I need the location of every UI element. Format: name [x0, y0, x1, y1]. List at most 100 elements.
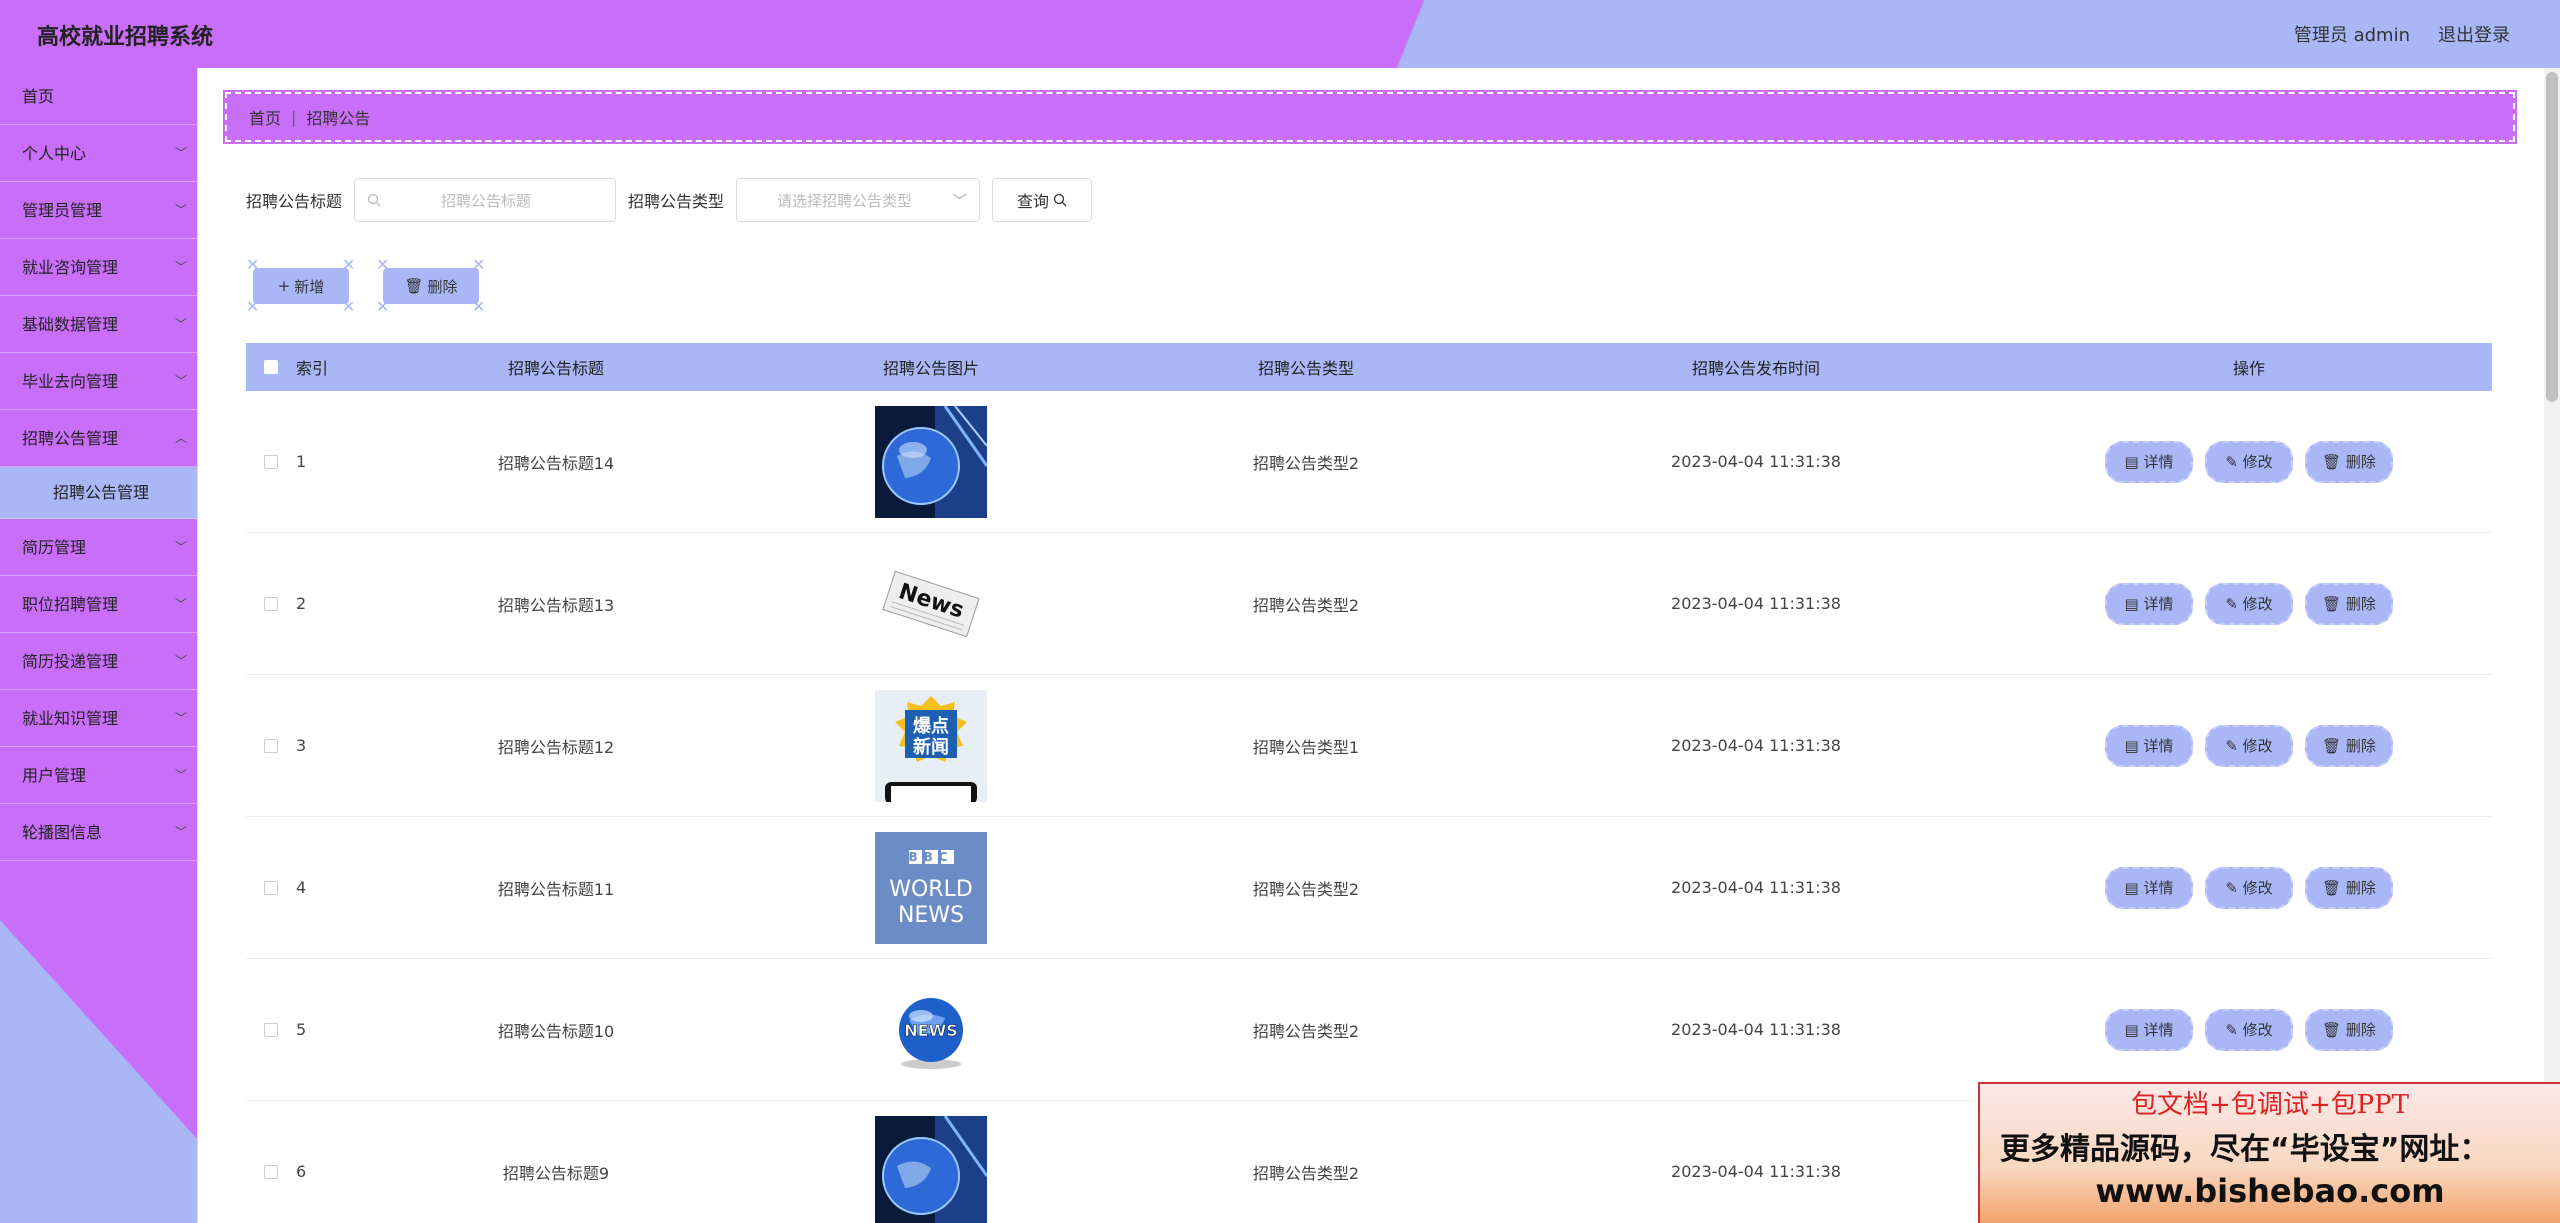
corner-decoration: ✕ [246, 255, 260, 274]
header-time: 招聘公告发布时间 [1691, 359, 1820, 378]
type-select[interactable]: 请选择招聘公告类型 ﹀ [736, 178, 981, 222]
table-row: 5 招聘公告标题10 NEWS 招聘公告类型2 2023-04-04 11:31… [246, 959, 2492, 1101]
edit-button[interactable]: ✎ 修改 [2205, 440, 2293, 483]
table-row: 2 招聘公告标题13 News 招聘公告类型2 2023-04-04 11:31… [246, 533, 2492, 675]
chevron-down-icon: ﹀ [174, 825, 187, 839]
row-type: 招聘公告类型2 [1252, 879, 1360, 899]
sidebar-item-admin[interactable]: 管理员管理 ﹀ [0, 182, 197, 239]
query-button[interactable]: 查询 [992, 178, 1093, 222]
chevron-down-icon: ﹀ [174, 317, 187, 331]
row-checkbox[interactable] [264, 454, 278, 469]
document-icon: ▤ [2124, 594, 2139, 613]
sidebar: 首页 个人中心 ﹀ 管理员管理 ﹀ 就业咨询管理 ﹀ 基础数据管理 ﹀ 毕业去向管理 ﹀ … [0, 68, 198, 1223]
sidebar-item-jobs[interactable]: 职位招聘管理 ﹀ [0, 576, 197, 633]
detail-button[interactable]: ▤ 详情 [2105, 440, 2193, 483]
sidebar-item-label: 简历管理 [22, 538, 87, 557]
delete-button[interactable]: 🗑 删除 [2305, 866, 2393, 909]
row-checkbox[interactable] [264, 1022, 278, 1037]
detail-button[interactable]: ▤ 详情 [2105, 724, 2193, 767]
header-index: 索引 [296, 359, 329, 378]
sidebar-item-delivery[interactable]: 简历投递管理 ﹀ [0, 633, 197, 690]
edit-button-label: 修改 [2242, 1021, 2273, 1039]
sidebar-item-resume[interactable]: 简历管理 ﹀ [0, 519, 197, 576]
detail-button[interactable]: ▤ 详情 [2105, 866, 2193, 909]
corner-decoration: ✕ [472, 297, 486, 316]
promo-line-1: 包文档+包调试+包PPT [2131, 1090, 2409, 1120]
document-icon: ▤ [2124, 736, 2139, 755]
corner-decoration: ✕ [246, 297, 260, 316]
sidebar-subitem-announcement-manage[interactable]: 招聘公告管理 [0, 467, 197, 519]
add-button[interactable]: + 新增 [253, 268, 349, 304]
row-index: 4 [296, 878, 307, 897]
row-time: 2023-04-04 11:31:38 [1671, 736, 1841, 755]
edit-button[interactable]: ✎ 修改 [2205, 582, 2293, 625]
row-type: 招聘公告类型2 [1252, 453, 1360, 473]
row-checkbox[interactable] [264, 880, 278, 895]
edit-button[interactable]: ✎ 修改 [2205, 724, 2293, 767]
sidebar-item-label: 就业咨询管理 [22, 258, 119, 277]
table-row: 1 招聘公告标题14 招聘公告类型2 2023-04-04 11:31:38 ▤… [246, 391, 2492, 533]
type-select-placeholder: 请选择招聘公告类型 [777, 191, 913, 210]
edit-button[interactable]: ✎ 修改 [2205, 1008, 2293, 1051]
pencil-icon: ✎ [2225, 594, 2238, 613]
detail-button-label: 详情 [2143, 595, 2174, 613]
globe-news-text: NEWS [904, 1021, 958, 1040]
plus-icon: + [277, 277, 291, 295]
sidebar-item-consult[interactable]: 就业咨询管理 ﹀ [0, 239, 197, 296]
chevron-down-icon: ﹀ [174, 597, 187, 611]
detail-button[interactable]: ▤ 详情 [2105, 1008, 2193, 1051]
delete-button[interactable]: 🗑 删除 [2305, 1008, 2393, 1051]
sidebar-item-knowledge[interactable]: 就业知识管理 ﹀ [0, 690, 197, 747]
trash-icon: 🗑 [404, 277, 424, 295]
chevron-down-icon: ﹀ [174, 711, 187, 725]
delete-button[interactable]: 🗑 删除 [2305, 440, 2393, 483]
breaking-news-text-2: 新闻 [913, 736, 949, 758]
row-time: 2023-04-04 11:31:38 [1671, 594, 1841, 613]
delete-button[interactable]: 🗑 删除 [2305, 582, 2393, 625]
title-search-placeholder: 招聘公告标题 [441, 191, 532, 210]
edit-button-label: 修改 [2242, 453, 2273, 471]
batch-delete-button-wrapper: ✕ ✕ ✕ ✕ 🗑 删除 [376, 257, 486, 316]
delete-button[interactable]: 🗑 删除 [2305, 724, 2393, 767]
breaking-news-image: 爆点 新闻 [875, 689, 987, 802]
edit-button[interactable]: ✎ 修改 [2205, 866, 2293, 909]
trash-icon: 🗑 [2322, 594, 2342, 613]
title-filter-label: 招聘公告标题 [246, 192, 343, 211]
search-icon [1053, 193, 1067, 207]
row-checkbox[interactable] [264, 738, 278, 753]
sidebar-item-announcement[interactable]: 招聘公告管理 ︿ [0, 410, 197, 467]
row-time: 2023-04-04 11:31:38 [1671, 878, 1841, 897]
header-actions: 操作 [2232, 359, 2265, 378]
detail-button[interactable]: ▤ 详情 [2105, 582, 2193, 625]
sidebar-item-basic-data[interactable]: 基础数据管理 ﹀ [0, 296, 197, 353]
sidebar-item-home[interactable]: 首页 [0, 68, 197, 125]
row-time: 2023-04-04 11:31:38 [1671, 452, 1841, 471]
edit-button-label: 修改 [2242, 879, 2273, 897]
title-search-input[interactable]: 招聘公告标题 [354, 178, 617, 222]
sidebar-item-carousel[interactable]: 轮播图信息 ﹀ [0, 804, 197, 861]
bbc-world-news-image: BBC WORLD NEWS [875, 831, 987, 944]
row-checkbox[interactable] [264, 1164, 278, 1179]
scrollbar-thumb[interactable] [2546, 72, 2558, 402]
detail-button-label: 详情 [2143, 453, 2174, 471]
row-checkbox[interactable] [264, 596, 278, 611]
add-button-label: 新增 [294, 277, 325, 296]
news-globe-image: NEWS [875, 973, 987, 1086]
select-all-checkbox[interactable] [264, 360, 278, 374]
promo-banner: 包文档+包调试+包PPT 更多精品源码，尽在“毕设宝”网址： www.bishe… [1978, 1082, 2560, 1223]
chevron-up-icon: ︿ [174, 431, 187, 445]
logout-link[interactable]: 退出登录 [2438, 21, 2510, 47]
chevron-down-icon: ﹀ [174, 203, 187, 217]
top-header: 高校就业招聘系统 管理员 admin 退出登录 [0, 0, 2560, 68]
sidebar-item-personal-center[interactable]: 个人中心 ﹀ [0, 125, 197, 182]
sidebar-item-users[interactable]: 用户管理 ﹀ [0, 747, 197, 804]
corner-decoration: ✕ [342, 255, 356, 274]
breadcrumb-home[interactable]: 首页 [249, 105, 281, 129]
batch-delete-button[interactable]: 🗑 删除 [383, 268, 479, 304]
news-text: NEWS [898, 903, 964, 928]
table-row: 3 招聘公告标题12 爆点 新闻 招聘公告类型1 2023-04-04 11:31… [246, 675, 2492, 817]
edit-button-label: 修改 [2242, 737, 2273, 755]
globe-news-image [875, 1115, 987, 1223]
sidebar-item-destination[interactable]: 毕业去向管理 ﹀ [0, 353, 197, 410]
add-button-wrapper: ✕ ✕ ✕ ✕ + 新增 [246, 255, 356, 316]
